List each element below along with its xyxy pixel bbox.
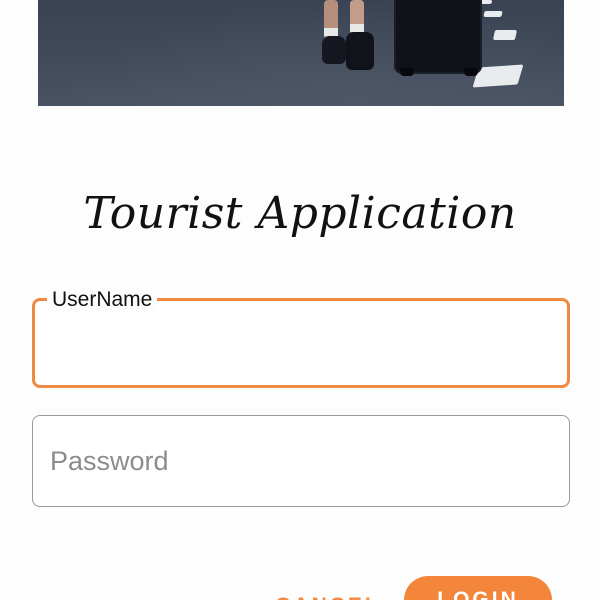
login-screen: Tourist Application UserName CANCEL LOGI… [0,0,600,600]
cancel-button[interactable]: CANCEL [272,586,384,600]
password-field[interactable] [32,415,570,507]
traveler-sock [350,24,364,32]
username-field[interactable]: UserName [32,288,570,388]
suitcase-wheel [400,68,414,76]
suitcase-wheel [464,68,478,76]
traveler-sock [324,28,338,36]
suitcase [394,0,482,74]
app-title: Tourist Application [83,188,517,239]
traveler-shoe [346,32,374,70]
username-input[interactable] [35,301,567,385]
road-marking [483,11,503,17]
password-input[interactable] [33,416,569,506]
login-button[interactable]: LOGIN [404,576,552,600]
road-marking [492,30,518,40]
hero-image [38,0,564,106]
traveler-shoe [322,36,346,64]
